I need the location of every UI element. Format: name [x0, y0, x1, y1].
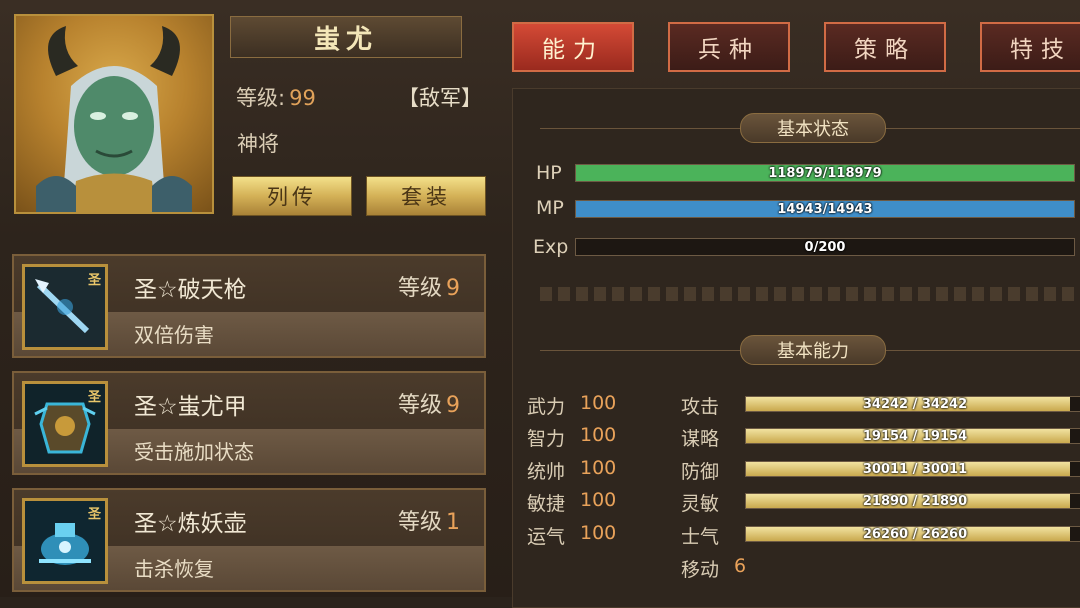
move-label: 移动: [681, 559, 720, 581]
basic-ability-title: 基本能力: [740, 335, 886, 365]
pot-icon: 圣: [22, 498, 108, 584]
stat-name: 统帅: [527, 461, 566, 483]
stat-value: 100: [580, 424, 617, 446]
hero-rank: 神将: [237, 132, 279, 156]
equipment-desc: 击杀恢复: [134, 557, 214, 581]
stat-name: 防御: [681, 461, 720, 483]
equipment-name: 圣☆蚩尤甲: [134, 394, 247, 420]
equipment-slot-weapon[interactable]: 圣 圣☆破天枪 等级 9 双倍伤害: [12, 254, 486, 358]
equipment-level: 等级 9: [398, 270, 460, 302]
stat-value: 100: [580, 457, 617, 479]
exp-value: 0/200: [804, 239, 846, 255]
equipment-set-button[interactable]: 套装: [366, 176, 486, 216]
hero-level-value: 99: [289, 86, 316, 110]
hero-name-plate: 蚩尤: [230, 16, 462, 58]
stat-name: 敏捷: [527, 493, 566, 515]
equipment-slot-armor[interactable]: 圣 圣☆蚩尤甲 等级 9 受击施加状态: [12, 371, 486, 475]
equipment-desc: 受击施加状态: [134, 440, 254, 464]
stat-name: 灵敏: [681, 493, 720, 515]
stat-name: 攻击: [681, 396, 720, 418]
divider: [540, 350, 740, 351]
stat-name: 智力: [527, 428, 566, 450]
saint-badge: 圣: [87, 273, 101, 288]
spear-icon: 圣: [22, 264, 108, 350]
stat-name: 运气: [527, 526, 566, 548]
divider: [540, 128, 740, 129]
morale-value: 26260 / 26260: [862, 526, 968, 542]
equipment-name: 圣☆破天枪: [134, 277, 247, 303]
tab-troop[interactable]: 兵种: [668, 22, 790, 72]
equipment-level-label: 等级: [397, 510, 442, 535]
equipment-level-value: 9: [446, 393, 460, 418]
hero-level-label: 等级:: [236, 86, 286, 110]
equipment-desc: 双倍伤害: [134, 323, 214, 347]
demon-portrait-icon: [36, 26, 192, 212]
stat-name: 武力: [527, 396, 566, 418]
agility-value: 21890 / 21890: [862, 493, 968, 509]
equipment-level-value: 9: [446, 276, 460, 301]
mp-bar: 14943/14943: [575, 200, 1075, 218]
move-value: 6: [734, 555, 747, 577]
mp-value: 14943/14943: [777, 201, 873, 217]
saint-badge: 圣: [87, 507, 101, 522]
stat-name: 谋略: [681, 428, 720, 450]
saint-badge: 圣: [87, 390, 101, 405]
mp-label: MP: [536, 197, 564, 219]
strategy-bar: 19154 / 19154: [745, 428, 1080, 444]
strategy-value: 19154 / 19154: [862, 428, 968, 444]
equipment-level: 等级 1: [398, 504, 460, 536]
stat-value: 100: [580, 489, 617, 511]
equipment-level-label: 等级: [397, 393, 442, 418]
hero-faction: 【敌军】: [398, 86, 482, 110]
morale-bar: 26260 / 26260: [745, 526, 1080, 542]
equipment-slot-treasure[interactable]: 圣 圣☆炼妖壶 等级 1 击杀恢复: [12, 488, 486, 592]
divider: [886, 350, 1080, 351]
hero-portrait: [14, 14, 214, 214]
hp-value: 118979/118979: [768, 165, 882, 181]
attack-value: 34242 / 34242: [862, 396, 968, 412]
equipment-level: 等级 9: [398, 387, 460, 419]
stat-value: 100: [580, 522, 617, 544]
defense-value: 30011 / 30011: [862, 461, 968, 477]
equipment-level-value: 1: [446, 510, 460, 535]
hp-label: HP: [536, 162, 562, 184]
armor-icon: 圣: [22, 381, 108, 467]
attack-bar: 34242 / 34242: [745, 396, 1080, 412]
tab-skill[interactable]: 特技: [980, 22, 1080, 72]
hp-bar: 118979/118979: [575, 164, 1075, 182]
defense-bar: 30011 / 30011: [745, 461, 1080, 477]
exp-label: Exp: [533, 236, 569, 258]
hero-level: 等级: 99: [236, 82, 316, 112]
equipment-name: 圣☆炼妖壶: [134, 511, 247, 537]
divider: [886, 128, 1080, 129]
tab-strategy[interactable]: 策略: [824, 22, 946, 72]
basic-status-title: 基本状态: [740, 113, 886, 143]
stat-name: 士气: [681, 526, 720, 548]
agility-bar: 21890 / 21890: [745, 493, 1080, 509]
stat-value: 100: [580, 392, 617, 414]
tab-ability[interactable]: 能力: [512, 22, 634, 72]
equipment-level-label: 等级: [397, 276, 442, 301]
biography-button[interactable]: 列传: [232, 176, 352, 216]
exp-bar: 0/200: [575, 238, 1075, 256]
hero-name: 蚩尤: [313, 24, 378, 55]
decorative-border: [540, 287, 1080, 301]
